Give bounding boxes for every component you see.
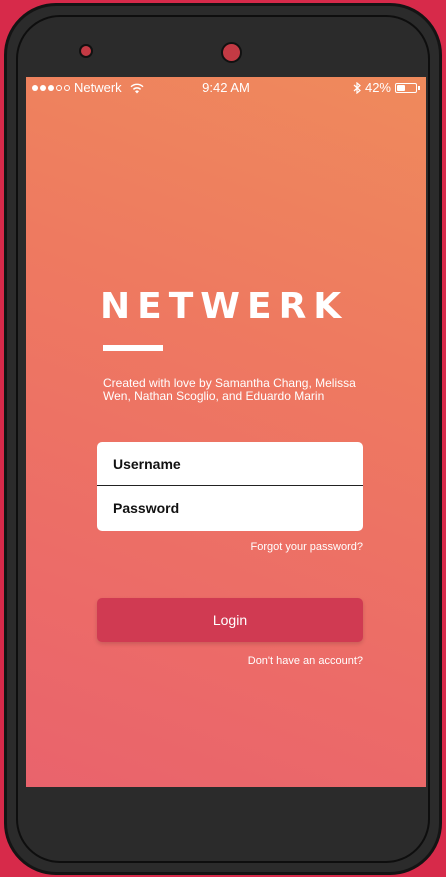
signup-link[interactable]: Don't have an account? (248, 655, 363, 667)
app-screen: Netwerk 9:42 AM 42% NETWERK Created with… (26, 77, 426, 787)
logo-underline (103, 345, 163, 351)
password-input[interactable]: Password (97, 486, 363, 530)
battery-icon (395, 83, 417, 93)
app-logo: NETWERK (100, 286, 349, 327)
forgot-password-link[interactable]: Forgot your password? (251, 541, 364, 553)
credits-text: Created with love by Samantha Chang, Mel… (103, 376, 356, 403)
bluetooth-icon (353, 82, 361, 94)
status-right: 42% (353, 77, 420, 99)
battery-percent: 42% (364, 80, 391, 95)
battery-tip (418, 86, 420, 90)
login-button[interactable]: Login (97, 598, 363, 642)
battery-fill (397, 85, 405, 91)
status-bar: Netwerk 9:42 AM 42% (26, 77, 426, 99)
front-camera (221, 42, 242, 63)
sensor-dot (79, 44, 93, 58)
login-form: Username Password (97, 442, 363, 531)
username-input[interactable]: Username (97, 442, 363, 486)
